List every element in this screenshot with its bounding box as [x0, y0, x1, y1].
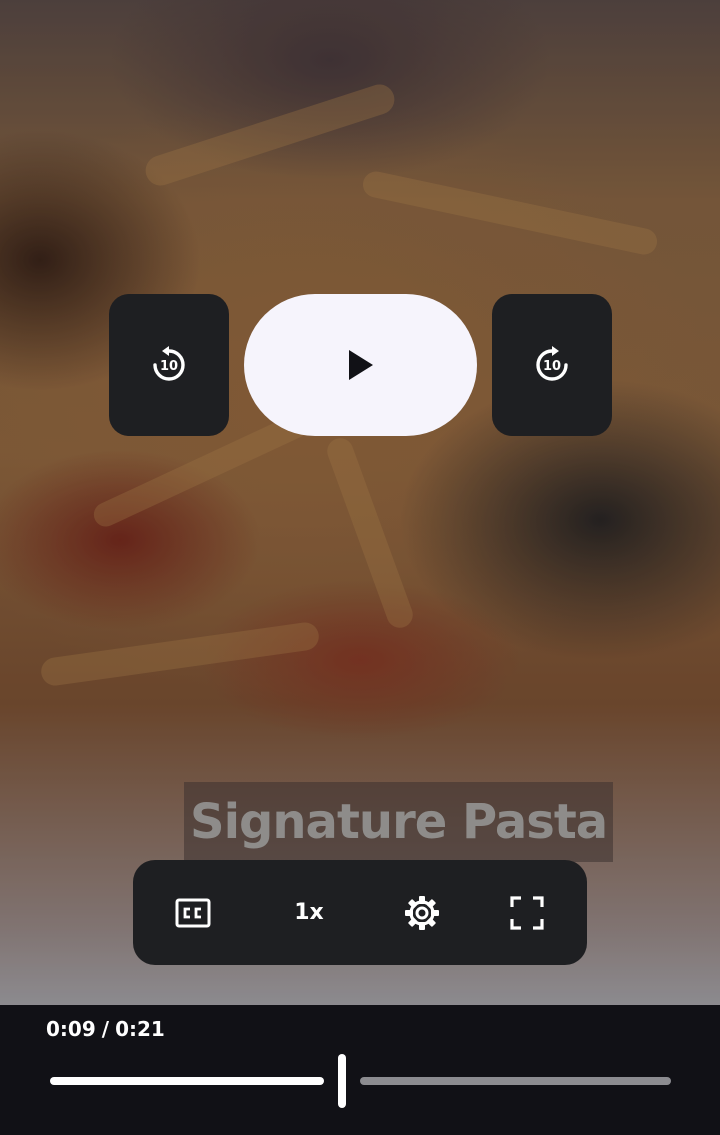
forward-10-icon: 10: [536, 346, 568, 381]
fullscreen-icon: [510, 895, 544, 930]
video-frame[interactable]: Signature Pasta: [0, 0, 720, 1005]
play-button[interactable]: [244, 294, 477, 436]
playback-speed-button[interactable]: 1x: [269, 860, 349, 965]
captions-button[interactable]: [153, 860, 233, 965]
seek-bar-played: [50, 1077, 324, 1085]
seek-bar-remaining: [360, 1077, 671, 1085]
closed-captions-icon: [175, 898, 211, 927]
progress-bar-area: 0:09/0:21: [0, 1005, 720, 1135]
current-time: 0:09: [46, 1017, 96, 1041]
player-controls: 1x: [133, 860, 587, 965]
fullscreen-button[interactable]: [487, 860, 567, 965]
seek-bar[interactable]: [50, 1054, 671, 1108]
time-separator: /: [101, 1017, 110, 1041]
settings-button[interactable]: [382, 860, 462, 965]
skip-forward-button[interactable]: 10: [492, 294, 612, 436]
skip-back-label: 10: [160, 359, 178, 374]
skip-forward-label: 10: [543, 359, 561, 374]
replay-10-icon: 10: [153, 346, 185, 381]
seek-thumb[interactable]: [338, 1054, 346, 1108]
video-caption: Signature Pasta: [184, 782, 614, 862]
video-player: Signature Pasta 10 10 1x 0:09 / 0:21: [0, 0, 720, 1135]
play-icon: [348, 350, 373, 380]
duration: 0:21: [115, 1017, 165, 1041]
time-display: 0:09/0:21: [46, 1017, 165, 1041]
gear-icon: [405, 895, 439, 930]
skip-back-button[interactable]: 10: [109, 294, 229, 436]
